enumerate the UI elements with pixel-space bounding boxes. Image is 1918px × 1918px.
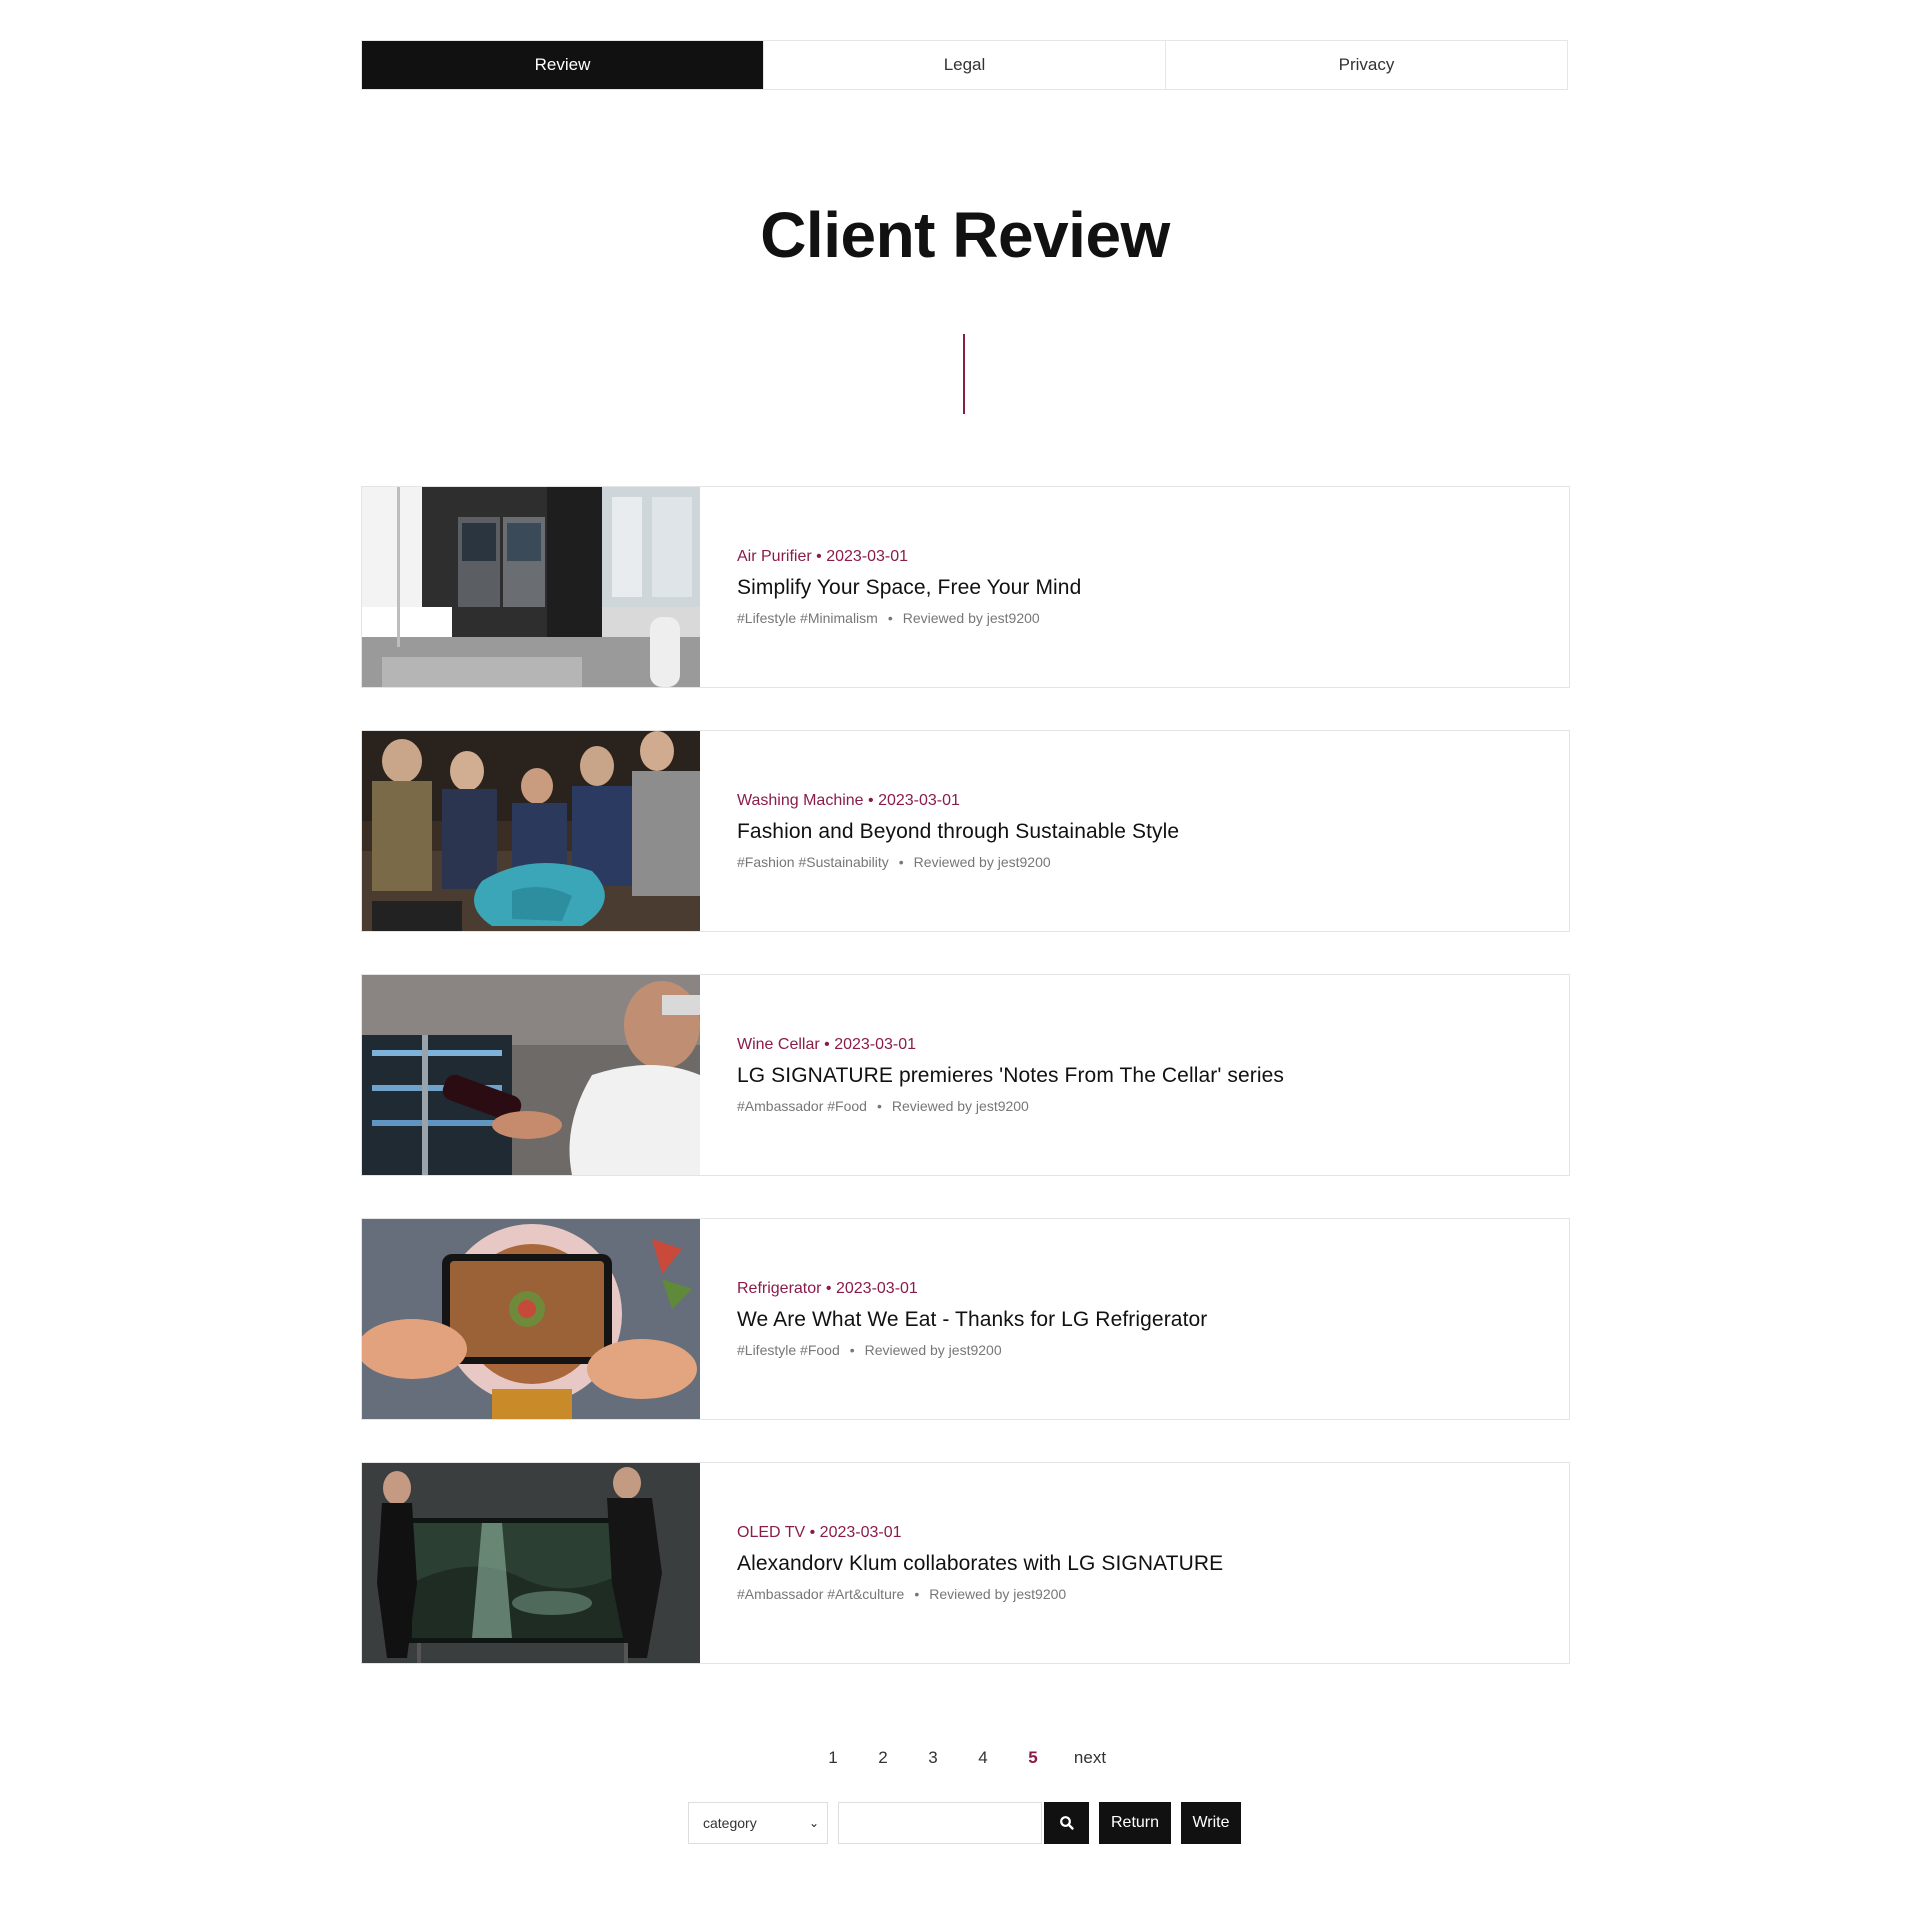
kitchen-image	[362, 487, 700, 687]
tab-review[interactable]: Review	[362, 41, 764, 89]
review-card[interactable]: Washing Machine • 2023-03-01 Fashion and…	[361, 730, 1570, 932]
review-tags: #Fashion #Sustainability	[737, 854, 889, 870]
review-meta: Wine Cellar • 2023-03-01	[737, 1036, 917, 1053]
review-subline: #Lifestyle #Food • Reviewed by jest9200	[737, 1342, 1207, 1358]
review-title[interactable]: Simplify Your Space, Free Your Mind	[737, 576, 1081, 600]
review-category[interactable]: Washing Machine	[737, 792, 864, 809]
category-select[interactable]: category ⌄	[688, 1802, 828, 1844]
review-date: 2023-03-01	[819, 1524, 902, 1541]
review-tags: #Ambassador #Art&culture	[737, 1586, 905, 1602]
title-divider	[963, 334, 965, 414]
search-button[interactable]	[1044, 1802, 1089, 1844]
review-thumbnail-fashion[interactable]	[362, 731, 700, 931]
category-select-value: category	[703, 1815, 757, 1831]
review-date: 2023-03-01	[826, 548, 909, 565]
separator-dot: •	[914, 1586, 920, 1602]
review-meta: Refrigerator • 2023-03-01	[737, 1280, 918, 1297]
review-card[interactable]: Refrigerator • 2023-03-01 We Are What We…	[361, 1218, 1570, 1420]
review-date: 2023-03-01	[878, 792, 960, 809]
separator-dot: •	[887, 610, 893, 626]
search-input[interactable]	[838, 1802, 1042, 1844]
review-thumbnail-kitchen[interactable]	[362, 487, 700, 687]
review-author: Reviewed by jest9200	[891, 1098, 1029, 1114]
write-button[interactable]: Write	[1181, 1802, 1241, 1844]
tv-image	[362, 1463, 700, 1663]
review-title[interactable]: Fashion and Beyond through Sustainable S…	[737, 820, 1179, 844]
separator-dot: •	[898, 854, 904, 870]
review-body: Washing Machine • 2023-03-01 Fashion and…	[700, 731, 1179, 931]
review-thumbnail-tv[interactable]	[362, 1463, 700, 1663]
review-category[interactable]: OLED TV	[737, 1524, 805, 1541]
tab-legal[interactable]: Legal	[764, 41, 1166, 89]
review-author: Reviewed by jest9200	[929, 1586, 1067, 1602]
wine-image	[362, 975, 700, 1175]
review-body: Air Purifier • 2023-03-01 Simplify Your …	[700, 487, 1081, 687]
separator-dot: •	[849, 1342, 855, 1358]
review-subline: #Lifestyle #Minimalism • Reviewed by jest9…	[737, 610, 1081, 626]
review-thumbnail-food[interactable]	[362, 1219, 700, 1419]
review-date: 2023-03-01	[835, 1280, 918, 1297]
review-body: Wine Cellar • 2023-03-01 LG SIGNATURE pr…	[700, 975, 1284, 1175]
review-title[interactable]: Alexandorv Klum collaborates with LG SIG…	[737, 1552, 1223, 1576]
food-image	[362, 1219, 700, 1419]
chevron-down-icon: ⌄	[808, 1816, 819, 1830]
page-link-4[interactable]: 4	[958, 1748, 1008, 1768]
review-body: OLED TV • 2023-03-01 Alexandorv Klum col…	[700, 1463, 1223, 1663]
separator-dot: •	[876, 1098, 882, 1114]
page-link-2[interactable]: 2	[858, 1748, 908, 1768]
review-subline: #Ambassador #Art&culture • Reviewed by jes…	[737, 1586, 1223, 1602]
review-subline: #Fashion #Sustainability • Reviewed by jes…	[737, 854, 1179, 870]
review-title[interactable]: We Are What We Eat - Thanks for LG Refri…	[737, 1308, 1207, 1332]
page-title: Client Review	[760, 199, 1170, 271]
review-tags: #Lifestyle #Minimalism	[737, 610, 878, 626]
page-link-5-current[interactable]: 5	[1008, 1748, 1058, 1768]
return-button[interactable]: Return	[1099, 1802, 1171, 1844]
review-category[interactable]: Air Purifier	[737, 548, 812, 565]
review-author: Reviewed by jest9200	[902, 610, 1040, 626]
review-title[interactable]: LG SIGNATURE premieres 'Notes From The C…	[737, 1064, 1284, 1088]
review-category[interactable]: Refrigerator	[737, 1280, 821, 1297]
review-meta: OLED TV • 2023-03-01	[737, 1524, 902, 1541]
review-thumbnail-wine[interactable]	[362, 975, 700, 1175]
review-list: Air Purifier • 2023-03-01 Simplify Your …	[361, 486, 1570, 1706]
search-bar: category ⌄ Return Write	[688, 1802, 1241, 1844]
review-card[interactable]: Wine Cellar • 2023-03-01 LG SIGNATURE pr…	[361, 974, 1570, 1176]
review-category[interactable]: Wine Cellar	[737, 1036, 820, 1053]
tab-privacy[interactable]: Privacy	[1166, 41, 1567, 89]
review-body: Refrigerator • 2023-03-01 We Are What We…	[700, 1219, 1207, 1419]
review-subline: #Ambassador #Food • Reviewed by jest9200	[737, 1098, 1284, 1114]
search-icon	[1059, 1816, 1074, 1830]
review-author: Reviewed by jest9200	[913, 854, 1051, 870]
review-meta: Air Purifier • 2023-03-01	[737, 548, 909, 565]
review-card[interactable]: OLED TV • 2023-03-01 Alexandorv Klum col…	[361, 1462, 1570, 1664]
review-card[interactable]: Air Purifier • 2023-03-01 Simplify Your …	[361, 486, 1570, 688]
review-date: 2023-03-01	[834, 1036, 917, 1053]
review-tags: #Lifestyle #Food	[737, 1342, 840, 1358]
page-link-1[interactable]: 1	[808, 1748, 858, 1768]
review-meta: Washing Machine • 2023-03-01	[737, 792, 960, 809]
page-link-3[interactable]: 3	[908, 1748, 958, 1768]
pagination: 1 2 3 4 5 next	[361, 1748, 1569, 1768]
review-tags: #Ambassador #Food	[737, 1098, 867, 1114]
page-next-link[interactable]: next	[1058, 1748, 1122, 1768]
tab-bar: Review Legal Privacy	[361, 40, 1568, 90]
fashion-image	[362, 731, 700, 931]
review-author: Reviewed by jest9200	[864, 1342, 1002, 1358]
